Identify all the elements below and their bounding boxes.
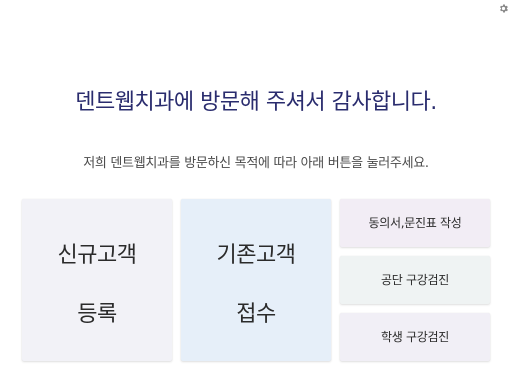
- new-patient-action: 등록: [77, 302, 117, 327]
- existing-patient-action: 접수: [236, 302, 276, 327]
- gear-icon[interactable]: [498, 3, 509, 14]
- welcome-heading: 덴트웹치과에 방문해 주셔서 감사합니다.: [75, 90, 437, 115]
- student-checkup-button[interactable]: 학생 구강검진: [340, 313, 490, 361]
- existing-patient-button[interactable]: 기존고객 접수: [181, 199, 331, 361]
- public-checkup-button[interactable]: 공단 구강검진: [340, 256, 490, 304]
- new-patient-button[interactable]: 신규고객 등록: [22, 199, 172, 361]
- kiosk-page: 덴트웹치과에 방문해 주셔서 감사합니다. 저희 덴트웹치과를 방문하신 목적에…: [0, 0, 512, 384]
- existing-patient-label: 기존고객: [216, 243, 296, 268]
- consent-form-button[interactable]: 동의서,문진표 작성: [340, 199, 490, 247]
- new-patient-label: 신규고객: [57, 243, 137, 268]
- instruction-text: 저희 덴트웹치과를 방문하신 목적에 따라 아래 버튼을 눌러주세요.: [83, 156, 429, 171]
